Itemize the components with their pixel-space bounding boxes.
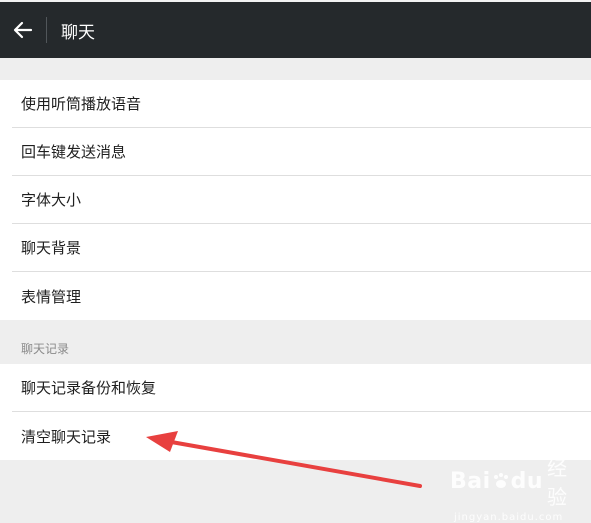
section-header-chat-records: 聊天记录 [0,320,591,364]
paw-icon [493,473,508,488]
setting-item-font-size[interactable]: 字体大小 [12,176,591,224]
back-button[interactable] [0,2,46,58]
baidu-jingyan-watermark: Bai du 经验 jingyan.baidu.com [450,452,588,523]
settings-group: 使用听筒播放语音 回车键发送消息 字体大小 聊天背景 表情管理 [0,80,591,320]
page-title: 聊天 [61,22,95,43]
setting-item-chat-background[interactable]: 聊天背景 [12,224,591,272]
chat-records-group: 聊天记录备份和恢复 清空聊天记录 [0,364,591,460]
title-bar: 聊天 [0,2,591,58]
arrow-left-icon [13,21,33,39]
title-divider [46,17,47,43]
setting-item-backup-restore[interactable]: 聊天记录备份和恢复 [12,364,591,412]
setting-item-earpiece[interactable]: 使用听筒播放语音 [12,80,591,128]
setting-item-sticker-manage[interactable]: 表情管理 [12,272,591,320]
watermark-brand: Bai [450,468,491,494]
watermark-suffix: 经验 [547,456,568,509]
top-gap [0,58,591,80]
watermark-logo: Bai du 经验 [450,452,588,510]
watermark-brand2: du [510,468,544,494]
setting-item-enter-send[interactable]: 回车键发送消息 [12,128,591,176]
watermark-url: jingyan.baidu.com [454,512,564,523]
